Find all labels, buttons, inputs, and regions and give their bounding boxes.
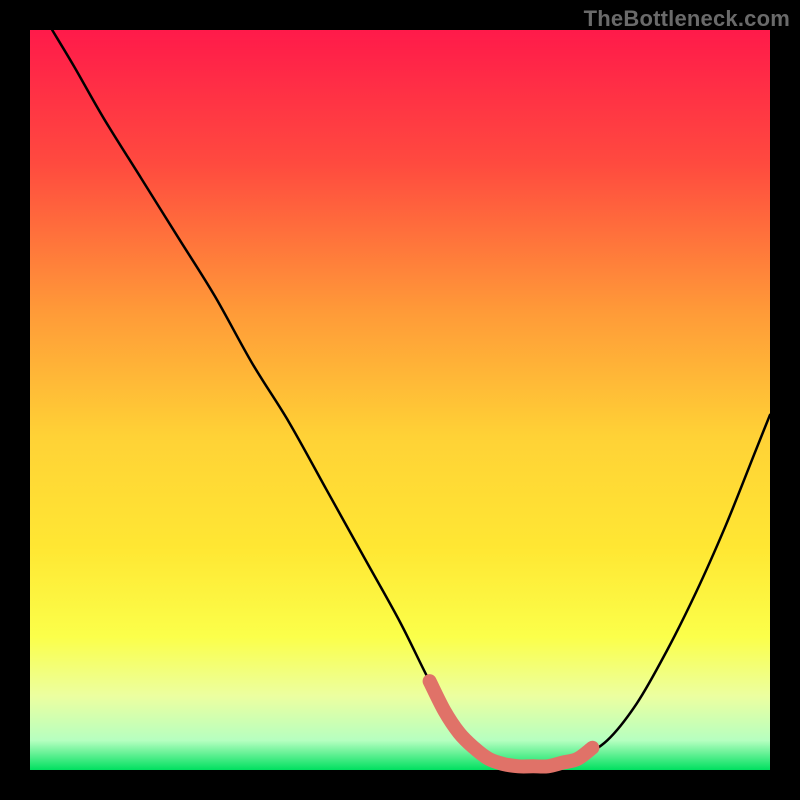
chart-container: TheBottleneck.com: [0, 0, 800, 800]
watermark-text: TheBottleneck.com: [584, 6, 790, 32]
bottleneck-chart: [0, 0, 800, 800]
plot-area: [30, 30, 770, 770]
